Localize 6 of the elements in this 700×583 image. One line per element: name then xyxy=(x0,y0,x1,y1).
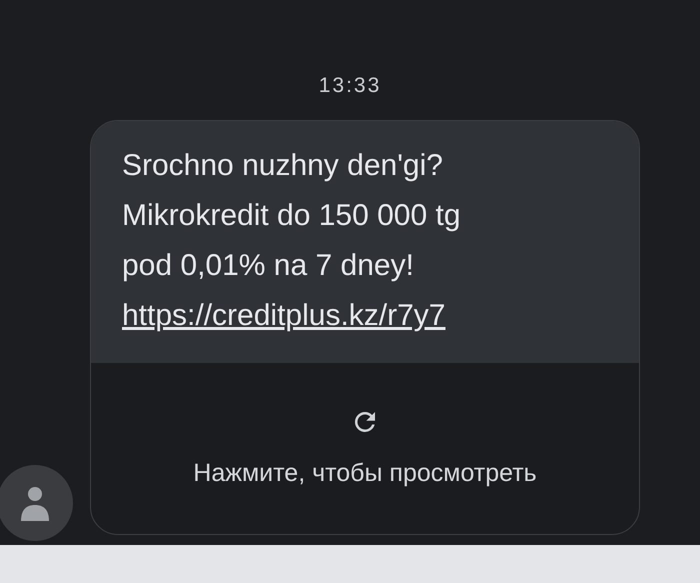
message-link[interactable]: https://creditplus.kz/r7y7 xyxy=(122,291,446,341)
tap-to-view-text[interactable]: Нажмите, чтобы просмотреть xyxy=(193,459,537,488)
message-text: Srochno nuzhny den'gi? Mikrokredit do 150 000 tg pod 0,01% na 7 dney! xyxy=(122,148,462,284)
message-bubble[interactable]: Srochno nuzhny den'gi? Mikrokredit do 150 000 tg pod 0,01% na 7 dney! https://creditplus.kz/r7y7 Нажмите, чтобы просмотреть xyxy=(90,120,640,535)
person-icon xyxy=(21,485,49,521)
timestamp: 13:33 xyxy=(318,74,382,98)
